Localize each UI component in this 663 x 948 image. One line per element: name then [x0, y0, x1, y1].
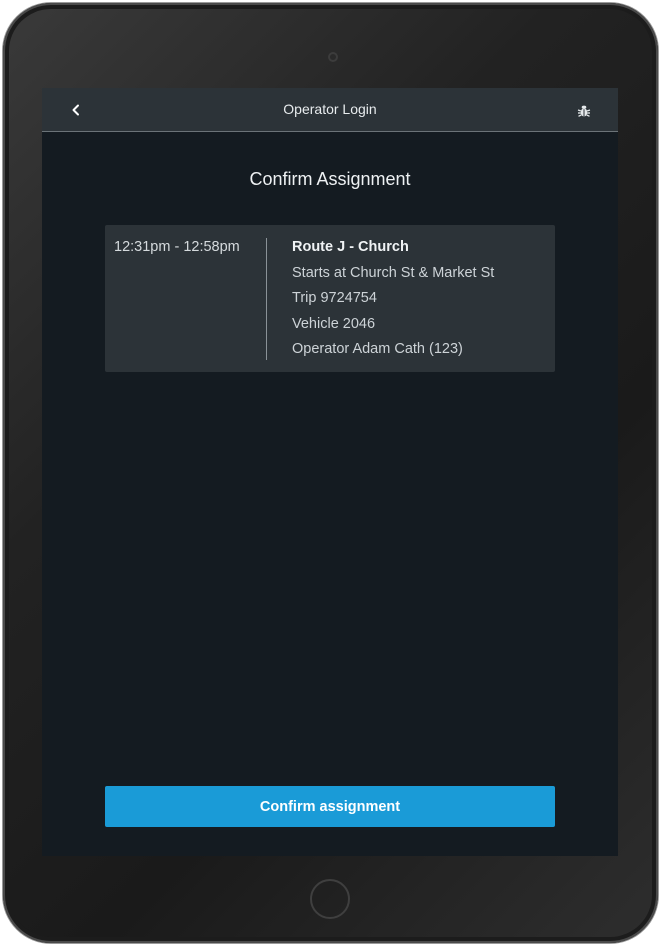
- camera-icon: [328, 52, 338, 62]
- operator-name: Operator Adam Cath (123): [292, 341, 463, 357]
- assignment-details: Route J - Church Starts at Church St & M…: [292, 239, 494, 367]
- bug-icon: [577, 105, 591, 117]
- card-divider: [266, 238, 267, 360]
- start-location: Starts at Church St & Market St: [292, 264, 495, 281]
- page-title: Operator Login: [283, 101, 377, 117]
- route-name: Route J - Church: [292, 239, 409, 255]
- assignment-card: 12:31pm - 12:58pm Route J - Church Start…: [105, 225, 555, 372]
- app-screen: Operator Login Confirm Assignment 12:31p…: [42, 88, 618, 856]
- confirm-assignment-button[interactable]: Confirm assignment: [105, 786, 555, 827]
- trip-number: Trip 9724754: [292, 290, 377, 306]
- top-app-bar: Operator Login: [42, 88, 618, 132]
- confirm-assignment-heading: Confirm Assignment: [249, 169, 411, 189]
- assignment-time-range: 12:31pm - 12:58pm: [114, 239, 240, 255]
- home-button[interactable]: [310, 879, 350, 919]
- vehicle-number: Vehicle 2046: [292, 315, 376, 332]
- bug-report-button[interactable]: [573, 100, 595, 122]
